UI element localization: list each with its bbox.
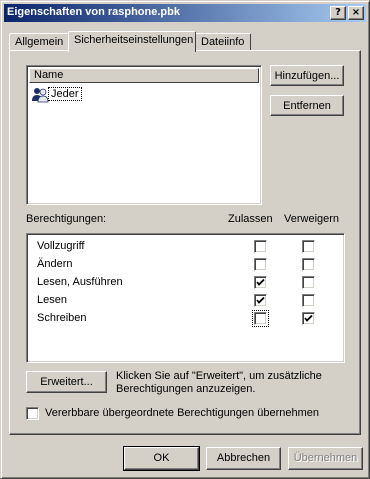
permission-row-aendern: Ändern bbox=[27, 255, 344, 273]
remove-button[interactable]: Entfernen bbox=[270, 95, 344, 116]
checkmark-icon bbox=[304, 314, 313, 322]
checkmark-icon bbox=[256, 296, 265, 304]
permission-name: Ändern bbox=[37, 258, 73, 270]
user-list[interactable]: Name Jeder bbox=[26, 65, 262, 205]
allow-checkbox-aendern[interactable] bbox=[254, 258, 267, 271]
permissions-list[interactable]: Vollzugriff Ändern Lesen, Ausführen Lese… bbox=[26, 233, 345, 363]
add-button[interactable]: Hinzufügen... bbox=[270, 65, 344, 86]
properties-dialog: Eigenschaften von rasphone.pbk ? × Allge… bbox=[0, 0, 370, 479]
inherit-permissions-label[interactable]: Vererbbare übergeordnete Berechtigungen … bbox=[45, 407, 319, 419]
group-users-icon bbox=[31, 86, 49, 104]
user-list-name-header[interactable]: Name bbox=[29, 68, 259, 83]
window-title: Eigenschaften von rasphone.pbk bbox=[7, 6, 180, 18]
permission-name: Lesen, Ausführen bbox=[37, 276, 123, 288]
allow-checkbox-lesen[interactable] bbox=[254, 294, 267, 307]
deny-checkbox-schreiben[interactable] bbox=[302, 312, 315, 325]
permission-row-vollzugriff: Vollzugriff bbox=[27, 237, 344, 255]
deny-checkbox-vollzugriff[interactable] bbox=[302, 240, 315, 253]
permission-name: Lesen bbox=[37, 294, 67, 306]
permission-name: Schreiben bbox=[37, 312, 87, 324]
security-tab-panel: Name Jeder Hinzufügen... Entfernen Berec… bbox=[9, 50, 361, 435]
close-button[interactable]: × bbox=[348, 6, 364, 20]
apply-button[interactable]: Übernehmen bbox=[288, 447, 363, 470]
allow-column-header: Zulassen bbox=[228, 213, 273, 225]
permissions-label: Berechtigungen: bbox=[26, 213, 107, 225]
ok-button[interactable]: OK bbox=[123, 446, 200, 471]
cancel-button[interactable]: Abbrechen bbox=[206, 447, 281, 470]
deny-column-header: Verweigern bbox=[284, 213, 340, 225]
permission-name: Vollzugriff bbox=[37, 240, 85, 252]
permission-row-schreiben: Schreiben bbox=[27, 309, 344, 327]
inherit-permissions-checkbox[interactable] bbox=[26, 407, 39, 420]
allow-checkbox-vollzugriff[interactable] bbox=[254, 240, 267, 253]
allow-checkbox-lesen-ausfuehren[interactable] bbox=[254, 276, 267, 289]
tab-sicherheitseinstellungen[interactable]: Sicherheitseinstellungen bbox=[68, 31, 196, 52]
tab-dateiinfo[interactable]: Dateiinfo bbox=[195, 33, 251, 51]
help-button[interactable]: ? bbox=[330, 6, 346, 20]
title-bar[interactable]: Eigenschaften von rasphone.pbk ? × bbox=[4, 4, 366, 22]
checkmark-icon bbox=[256, 278, 265, 286]
deny-checkbox-lesen-ausfuehren[interactable] bbox=[302, 276, 315, 289]
advanced-button[interactable]: Erweitert... bbox=[26, 371, 107, 393]
permission-row-lesen: Lesen bbox=[27, 291, 344, 309]
list-item-label: Jeder bbox=[48, 87, 82, 101]
deny-checkbox-lesen[interactable] bbox=[302, 294, 315, 307]
allow-checkbox-schreiben[interactable] bbox=[252, 310, 269, 327]
tab-allgemein[interactable]: Allgemein bbox=[9, 33, 69, 51]
deny-checkbox-aendern[interactable] bbox=[302, 258, 315, 271]
permission-row-lesen-ausfuehren: Lesen, Ausführen bbox=[27, 273, 344, 291]
advanced-description: Klicken Sie auf "Erweitert", um zusätzli… bbox=[116, 370, 322, 395]
